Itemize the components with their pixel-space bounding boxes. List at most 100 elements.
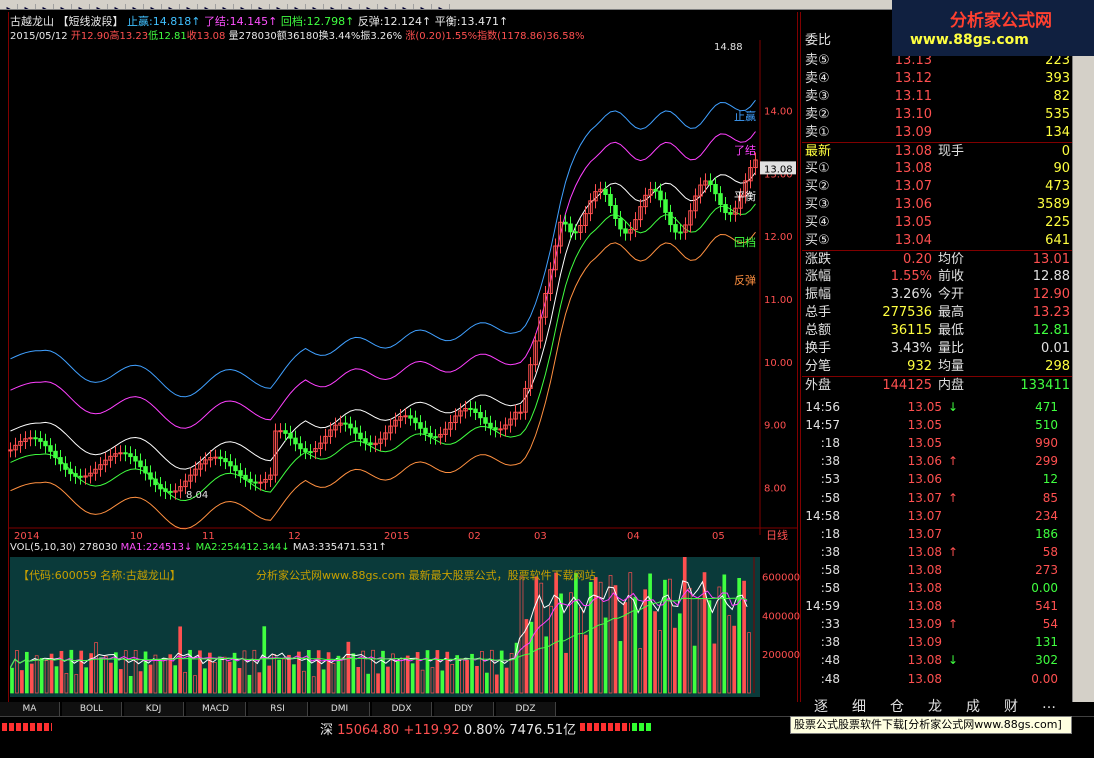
sell-label: 卖② — [805, 107, 830, 122]
sell-row[interactable]: 卖② 13.10 535 — [802, 106, 1072, 124]
tick-volume: 299 — [1035, 454, 1058, 469]
tab-ddy[interactable]: DDY — [434, 702, 494, 716]
toolbar-button[interactable]: ▸ — [198, 4, 216, 9]
tab-cai[interactable]: 财 — [996, 696, 1026, 715]
tab-ma[interactable]: MA — [0, 702, 60, 716]
index-quote[interactable]: 深 15064.80 +119.92 0.80% 7476.51亿 — [320, 719, 576, 738]
tab-cang[interactable]: 仓 — [882, 696, 912, 715]
toolbar-button[interactable]: ▸ — [54, 4, 72, 9]
candle-body — [143, 466, 148, 474]
scrollbar[interactable] — [1072, 12, 1094, 702]
toolbar-button[interactable]: ▸ — [216, 4, 234, 9]
volume-bar — [504, 667, 509, 694]
toolbar-button[interactable]: ▸ — [342, 4, 360, 9]
toolbar-button[interactable]: ▸ — [234, 4, 252, 9]
candle-body — [148, 472, 153, 480]
band-label: 了结 — [734, 144, 756, 157]
buy-row[interactable]: 买② 13.07 473 — [802, 178, 1072, 196]
sell-price: 13.10 — [894, 107, 932, 122]
buy-row[interactable]: 买⑤ 13.04 641 — [802, 232, 1072, 250]
tick-volume: 0.00 — [1031, 671, 1058, 686]
volume-bar — [44, 660, 49, 694]
candle-body — [423, 427, 428, 434]
toolbar-button[interactable]: ▸ — [252, 4, 270, 9]
sell-row[interactable]: 卖④ 13.12 393 — [802, 70, 1072, 88]
volume-bar — [272, 654, 276, 694]
tab-ddx[interactable]: DDX — [372, 702, 432, 716]
tab-dmi[interactable]: DMI — [310, 702, 370, 716]
tab-xi[interactable]: 细 — [844, 696, 874, 715]
toolbar-button[interactable]: ▸ — [378, 4, 396, 9]
toolbar-button[interactable]: ▸ — [18, 4, 36, 9]
volume-bar — [633, 596, 638, 694]
candle-body — [568, 223, 573, 233]
volume-bar — [371, 649, 375, 694]
logo-title: 分析家公式网 — [950, 11, 1052, 31]
toolbar-button[interactable]: ▸ — [360, 4, 378, 9]
volume-bar — [593, 577, 598, 694]
toolbar-button[interactable]: ▸ — [270, 4, 288, 9]
tick-row: :38 13.09 131 — [802, 633, 1072, 651]
toolbar-button[interactable]: ▸ — [288, 4, 306, 9]
buy-price: 13.05 — [894, 215, 932, 230]
candle-body — [228, 461, 233, 467]
volume-bar — [692, 645, 697, 694]
toolbar-button[interactable]: ▸ — [306, 4, 324, 9]
volume-header: VOL(5,10,30) 278030 MA1:224513↓ MA2:2544… — [10, 542, 387, 553]
toolbar-button[interactable]: ▸ — [324, 4, 342, 9]
tick-volume: 186 — [1035, 526, 1058, 541]
candle-body — [713, 183, 718, 195]
sell-row[interactable]: 卖③ 13.11 82 — [802, 88, 1072, 106]
stat-label: 涨跌 — [805, 252, 832, 267]
tab-ddz[interactable]: DDZ — [496, 702, 556, 716]
sell-row[interactable]: 卖① 13.09 134 — [802, 124, 1072, 142]
toolbar-button[interactable]: ▸ — [108, 4, 126, 9]
tab-boll[interactable]: BOLL — [62, 702, 122, 716]
volume-bar — [227, 661, 232, 694]
index-amount: 7476.51亿 — [509, 723, 577, 738]
ad-banner[interactable]: 股票公式股票软件下载[分析家公式网www.88gs.com] — [790, 716, 1072, 734]
buy-label: 买① — [805, 161, 830, 176]
candle-body — [118, 452, 123, 455]
volume-bar — [717, 586, 722, 694]
tick-volume: 471 — [1035, 400, 1058, 414]
volume-bar — [608, 575, 613, 694]
volume-bar — [529, 621, 534, 694]
tab-rsi[interactable]: RSI — [248, 702, 308, 716]
volume-bar — [173, 665, 178, 694]
tick-time: 14:59 — [805, 599, 840, 614]
candle-body — [138, 460, 143, 468]
tab-cheng[interactable]: 成 — [958, 696, 988, 715]
tab-macd[interactable]: MACD — [186, 702, 246, 716]
toolbar-button[interactable]: ▸ — [162, 4, 180, 9]
tab-kdj[interactable]: KDJ — [124, 702, 184, 716]
buy-row[interactable]: 买① 13.08 90 — [802, 160, 1072, 178]
toolbar-button[interactable]: ▸ — [144, 4, 162, 9]
candle-body — [603, 188, 608, 195]
fantan-line — [10, 231, 756, 530]
candle-body — [563, 221, 568, 225]
toolbar-button[interactable]: ▸ — [90, 4, 108, 9]
tick-price: 13.05 — [907, 436, 942, 451]
volume-bar — [499, 650, 504, 694]
buy-row[interactable]: 买④ 13.05 225 — [802, 214, 1072, 232]
volume-bar — [574, 572, 578, 694]
tab-long[interactable]: 龙 — [920, 696, 950, 715]
toolbar-button[interactable]: ▸ — [432, 4, 450, 9]
tab-zhubi[interactable]: 逐 — [806, 696, 836, 715]
toolbar-button[interactable]: ▸ — [36, 4, 54, 9]
tick-row: :58 13.07 ↑ 85 — [802, 489, 1072, 507]
toolbar-button[interactable]: ▸ — [0, 4, 18, 9]
price-chart[interactable]: 14.0013.0012.0011.0010.009.008.002014 10 1… — [8, 40, 798, 540]
buy-row[interactable]: 买③ 13.06 3589 — [802, 196, 1072, 214]
tab-more[interactable]: … — [1034, 696, 1064, 714]
toolbar-button[interactable]: ▸ — [396, 4, 414, 9]
volume-bar — [455, 655, 460, 694]
buy-volume: 473 — [1045, 179, 1070, 194]
toolbar-button[interactable]: ▸ — [126, 4, 144, 9]
market-gauge-left — [2, 723, 52, 731]
toolbar-button[interactable]: ▸ — [72, 4, 90, 9]
toolbar-button[interactable]: ▸ — [414, 4, 432, 9]
toolbar-button[interactable]: ▸ — [180, 4, 198, 9]
volume-bar — [138, 671, 143, 694]
